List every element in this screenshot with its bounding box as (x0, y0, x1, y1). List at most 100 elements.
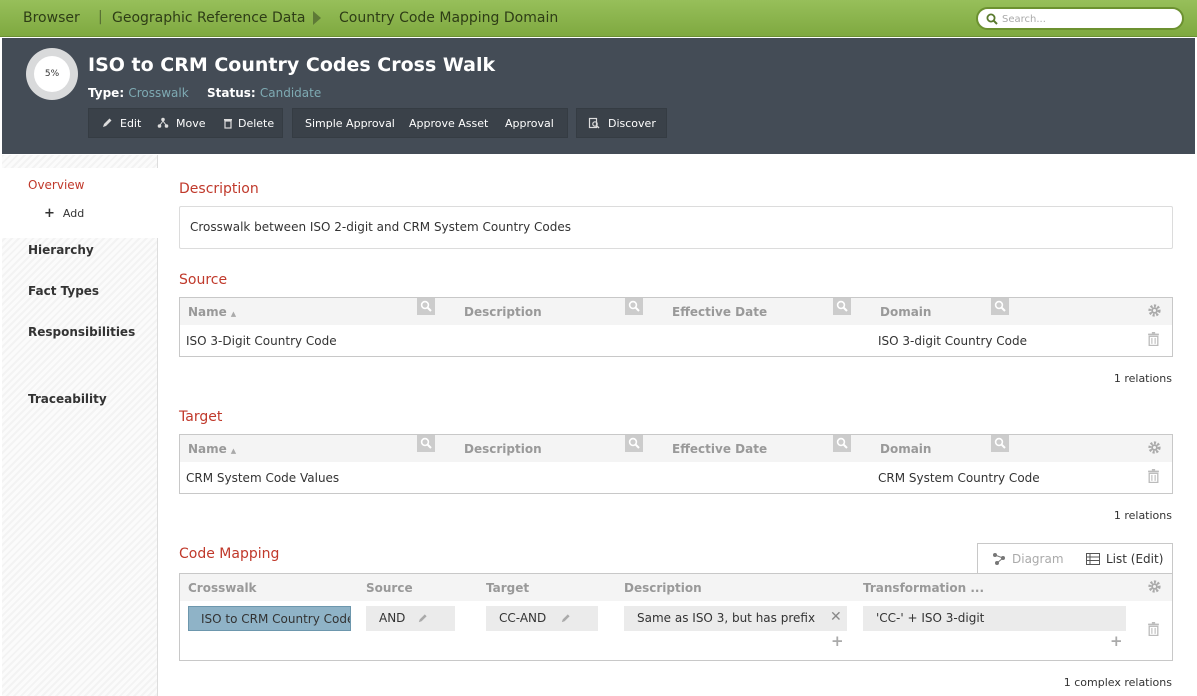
approval-button[interactable]: Approval (505, 117, 554, 130)
breadcrumb-browser[interactable]: Browser (23, 10, 80, 26)
target-table-header: Name ▲ Description Effective Date Domain (180, 435, 1172, 462)
crosswalk-cell[interactable]: ISO to CRM Country Codes (188, 606, 351, 631)
breadcrumb-domain[interactable]: Country Code Mapping Domain (339, 10, 558, 26)
type-label: Type: (88, 86, 125, 100)
transformation-value-cell[interactable]: 'CC-' + ISO 3-digit (863, 606, 1126, 631)
discover-button[interactable]: Discover (608, 117, 656, 130)
approve-asset-button[interactable]: Approve Asset (409, 117, 488, 130)
trash-icon[interactable] (1147, 469, 1160, 483)
filter-search-icon[interactable] (625, 298, 643, 315)
sidebar-item-overview[interactable]: Overview (28, 178, 85, 192)
sidebar-item-fact-types[interactable]: Fact Types (28, 284, 99, 298)
trash-icon[interactable] (1147, 622, 1160, 636)
add-label: Add (62, 207, 85, 220)
code-mapping-table: Crosswalk Source Target Description Tran… (179, 573, 1173, 661)
trash-icon[interactable] (1147, 332, 1160, 346)
description-value-cell[interactable]: Same as ISO 3, but has prefix ✕ (624, 606, 847, 631)
column-header-transformation[interactable]: Transformation ... (863, 581, 984, 595)
list-icon (1086, 553, 1100, 565)
column-header-description[interactable]: Description (464, 305, 542, 319)
column-header-description[interactable]: Description (624, 581, 702, 595)
trash-icon (224, 119, 232, 129)
toolbar-workflow-group: Simple Approval Approve Asset Approval (292, 108, 568, 138)
column-header-domain[interactable]: Domain (880, 442, 931, 456)
asset-status: Status: Candidate (207, 86, 321, 100)
target-relations-count: 1 relations (1113, 509, 1172, 522)
pencil-icon[interactable] (417, 613, 428, 624)
delete-button[interactable]: Delete (238, 117, 274, 130)
asset-header: 5% ISO to CRM Country Codes Cross Walk T… (2, 38, 1195, 154)
discover-icon (588, 117, 600, 129)
sidebar-add-button[interactable]: + Add (44, 206, 84, 221)
search-icon (986, 13, 998, 25)
target-value-cell[interactable]: CC-AND (486, 606, 598, 631)
target-title: Target (179, 409, 223, 425)
toolbar-discover-group: Discover (576, 108, 667, 138)
target-table: Name ▲ Description Effective Date Domain … (179, 434, 1173, 494)
source-domain-cell[interactable]: ISO 3-digit Country Code (878, 334, 1027, 348)
gear-icon[interactable] (1147, 579, 1162, 594)
add-description-icon[interactable]: + (831, 632, 844, 650)
column-header-domain[interactable]: Domain (880, 305, 931, 319)
source-table-header: Name ▲ Description Effective Date Domain (180, 298, 1172, 325)
source-value-cell[interactable]: AND (366, 606, 455, 631)
edit-button[interactable]: Edit (120, 117, 141, 130)
target-name-cell[interactable]: CRM System Code Values (186, 471, 339, 485)
column-header-effective-date[interactable]: Effective Date (672, 442, 767, 456)
column-header-name[interactable]: Name ▲ (188, 305, 236, 319)
filter-search-icon[interactable] (625, 435, 643, 452)
breadcrumb-arrow-icon (313, 11, 321, 25)
description-title: Description (179, 181, 259, 197)
sort-asc-icon: ▲ (230, 310, 237, 318)
column-header-description[interactable]: Description (464, 442, 542, 456)
progress-value: 5% (34, 56, 70, 92)
filter-search-icon[interactable] (417, 298, 435, 315)
page-title: ISO to CRM Country Codes Cross Walk (88, 54, 496, 76)
simple-approval-button[interactable]: Simple Approval (305, 117, 395, 130)
column-header-crosswalk[interactable]: Crosswalk (188, 581, 257, 595)
status-value[interactable]: Candidate (260, 86, 321, 100)
add-transformation-icon[interactable]: + (1110, 632, 1123, 650)
breadcrumb-community[interactable]: Geographic Reference Data (112, 10, 305, 26)
search-input[interactable] (1002, 12, 1172, 27)
description-box[interactable]: Crosswalk between ISO 2-digit and CRM Sy… (179, 206, 1173, 249)
filter-search-icon[interactable] (833, 298, 851, 315)
column-header-target[interactable]: Target (486, 581, 529, 595)
gear-icon[interactable] (1147, 440, 1162, 455)
filter-search-icon[interactable] (991, 298, 1009, 315)
progress-circle: 5% (26, 48, 78, 100)
source-title: Source (179, 272, 228, 288)
tab-diagram[interactable]: Diagram (1012, 552, 1064, 566)
code-mapping-relations-count: 1 complex relations (1063, 676, 1172, 689)
toolbar-edit-group: Edit Move Delete (88, 108, 283, 138)
type-value[interactable]: Crosswalk (128, 86, 188, 100)
filter-search-icon[interactable] (417, 435, 435, 452)
source-relations-count: 1 relations (1113, 372, 1172, 385)
pencil-icon (103, 118, 112, 127)
filter-search-icon[interactable] (991, 435, 1009, 452)
gear-icon[interactable] (1147, 303, 1162, 318)
move-button[interactable]: Move (176, 117, 206, 130)
source-table: Name ▲ Description Effective Date Domain … (179, 297, 1173, 357)
filter-search-icon[interactable] (833, 435, 851, 452)
column-header-name[interactable]: Name ▲ (188, 442, 236, 456)
code-mapping-header: Crosswalk Source Target Description Tran… (180, 574, 1172, 601)
status-label: Status: (207, 86, 256, 100)
search-box[interactable] (976, 7, 1184, 30)
asset-type: Type: Crosswalk (88, 86, 189, 100)
sidebar-item-hierarchy[interactable]: Hierarchy (28, 243, 94, 257)
sidebar-item-traceability[interactable]: Traceability (28, 392, 107, 406)
close-icon[interactable]: ✕ (830, 609, 842, 625)
code-mapping-title: Code Mapping (179, 546, 280, 562)
tab-list-edit[interactable]: List (Edit) (1106, 552, 1163, 566)
column-header-effective-date[interactable]: Effective Date (672, 305, 767, 319)
target-domain-cell[interactable]: CRM System Country Code (878, 471, 1040, 485)
sort-asc-icon: ▲ (230, 447, 237, 455)
column-header-source[interactable]: Source (366, 581, 413, 595)
description-text: Crosswalk between ISO 2-digit and CRM Sy… (190, 220, 571, 234)
pencil-icon[interactable] (560, 613, 571, 624)
sidebar-item-responsibilities[interactable]: Responsibilities (28, 325, 135, 339)
source-name-cell[interactable]: ISO 3-Digit Country Code (186, 334, 337, 348)
plus-icon: + (44, 206, 55, 221)
breadcrumb-separator: | (98, 9, 103, 25)
